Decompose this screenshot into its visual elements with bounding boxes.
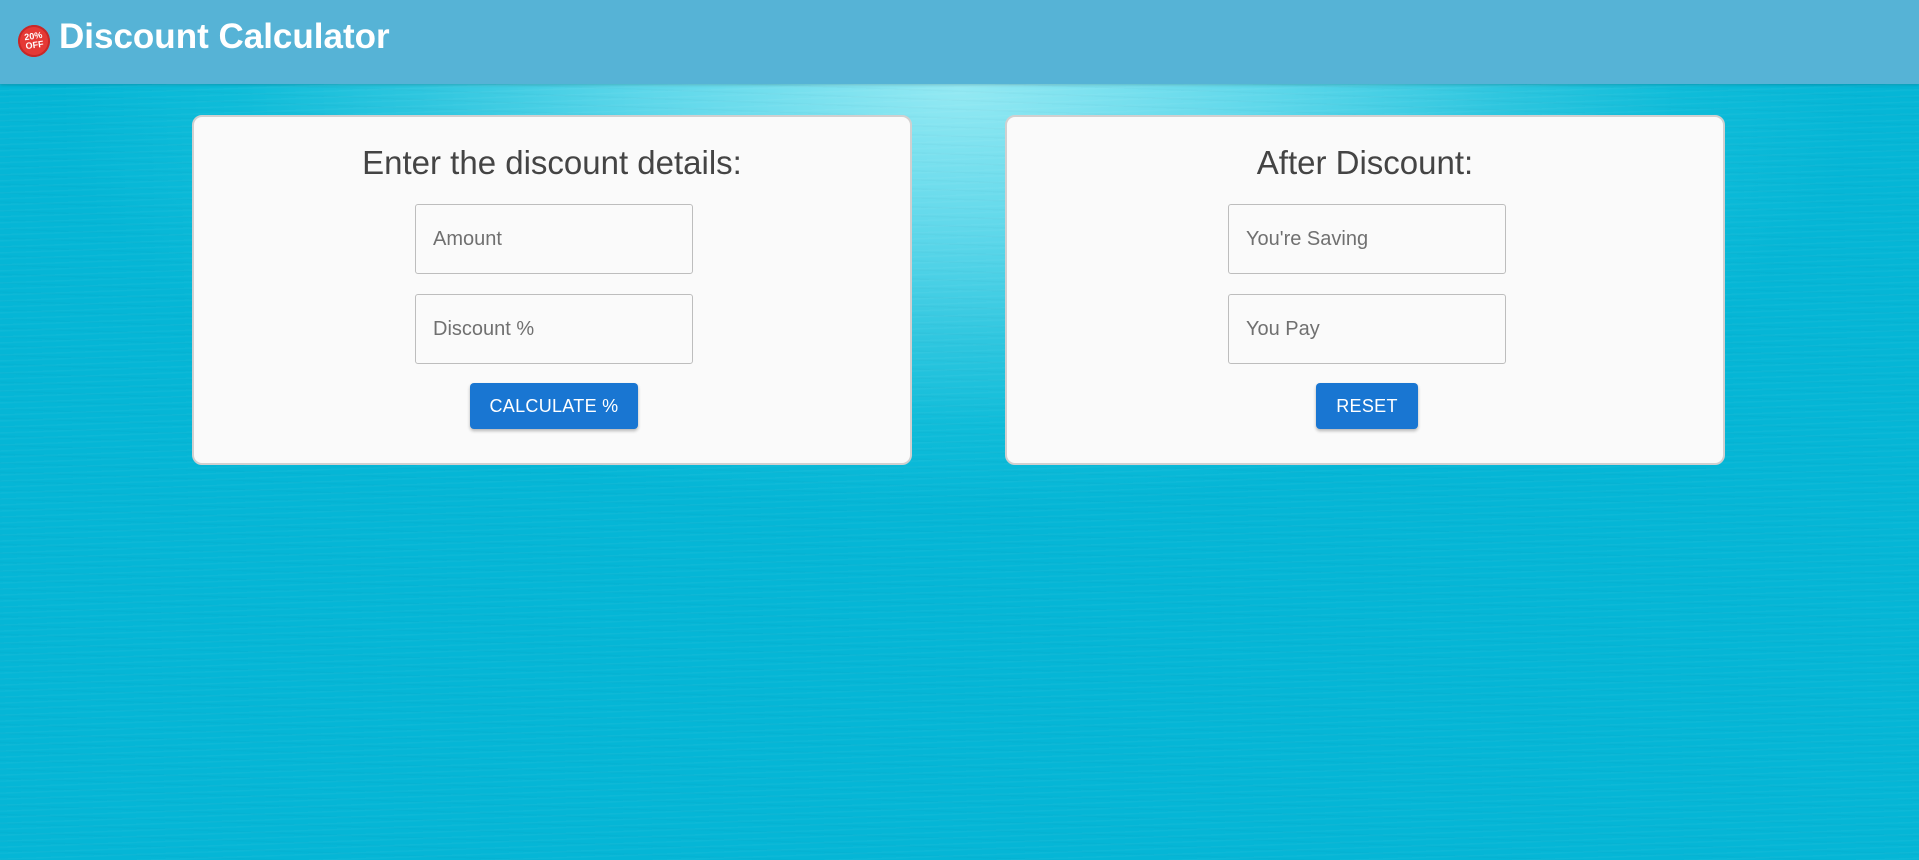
app-title: Discount Calculator bbox=[59, 17, 390, 56]
reset-button[interactable]: RESET bbox=[1316, 383, 1418, 429]
discount-input-card: Enter the discount details: CALCULATE % bbox=[192, 115, 912, 465]
result-card: After Discount: RESET bbox=[1005, 115, 1725, 465]
amount-input[interactable] bbox=[415, 204, 693, 274]
logo-text-line2: OFF bbox=[24, 38, 45, 52]
saving-output-field[interactable] bbox=[1228, 204, 1506, 274]
app-header: 20% OFF Discount Calculator bbox=[0, 0, 1919, 84]
discount-tag-icon: 20% OFF bbox=[15, 22, 53, 60]
discount-percent-input[interactable] bbox=[415, 294, 693, 364]
calculate-button[interactable]: CALCULATE % bbox=[470, 383, 638, 429]
result-card-heading: After Discount: bbox=[1256, 144, 1474, 181]
input-card-heading: Enter the discount details: bbox=[362, 144, 742, 181]
you-pay-output-field[interactable] bbox=[1228, 294, 1506, 364]
